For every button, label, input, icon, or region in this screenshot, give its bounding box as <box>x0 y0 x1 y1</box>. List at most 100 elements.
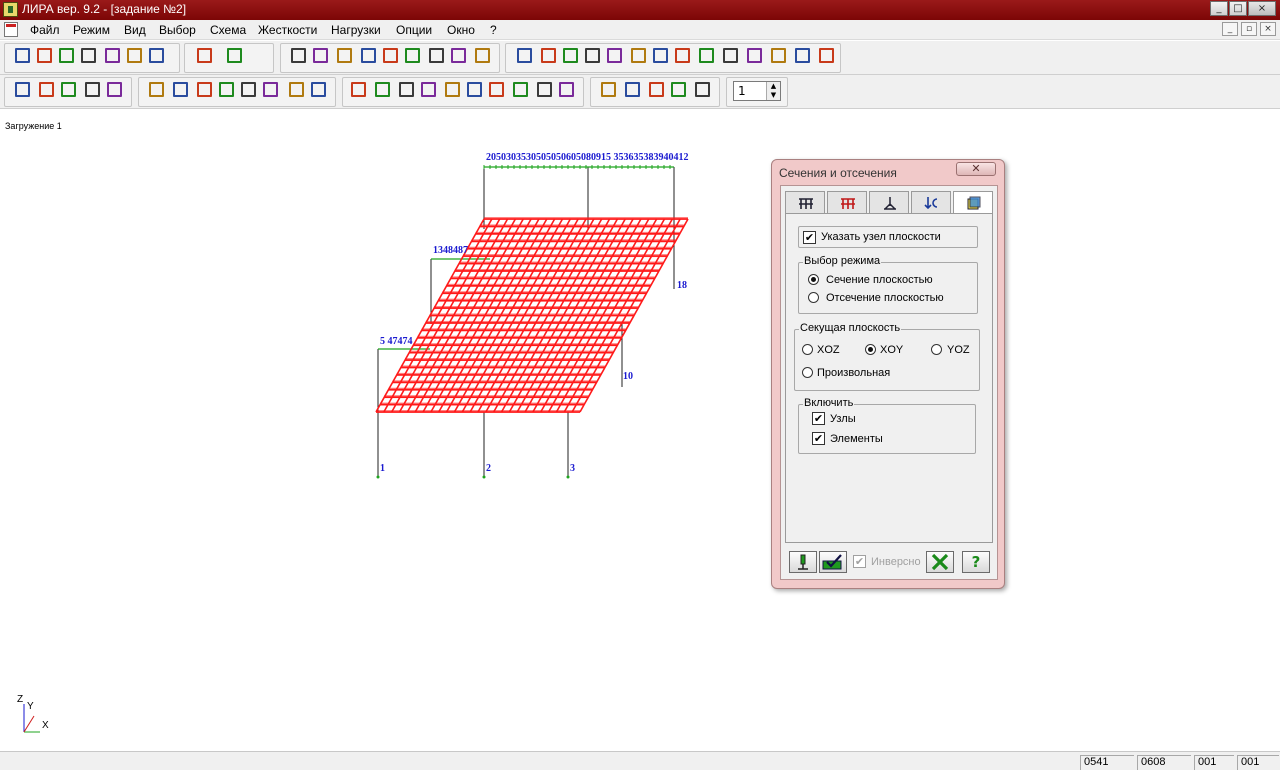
tab-node[interactable] <box>869 191 909 213</box>
tb2-tool-button-27[interactable] <box>670 81 687 98</box>
tab-view[interactable] <box>953 191 993 215</box>
tb1-tool-button-14[interactable] <box>382 47 399 64</box>
inverse-checkbox[interactable]: ✔ <box>853 555 866 568</box>
menu-scheme[interactable]: Схема <box>210 23 246 37</box>
dialog-close-button[interactable]: ✕ <box>956 162 996 176</box>
tb2-tool-button-9[interactable] <box>218 81 235 98</box>
specify-node-checkbox[interactable]: ✔ <box>803 231 816 244</box>
tab-rotate[interactable] <box>911 191 951 213</box>
tb1-tool-button-3[interactable] <box>58 47 75 64</box>
tb1-tool-button-7[interactable] <box>148 47 165 64</box>
maximize-button[interactable]: □ <box>1229 1 1247 16</box>
tb2-tool-button-12[interactable] <box>288 81 305 98</box>
tb1-tool-button-13[interactable] <box>360 47 377 64</box>
menu-options[interactable]: Опции <box>396 23 432 37</box>
tb2-tool-button-5[interactable] <box>106 81 123 98</box>
menu-view[interactable]: Вид <box>124 23 146 37</box>
tb2-tool-button-7[interactable] <box>172 81 189 98</box>
tb1-tool-button-12[interactable] <box>336 47 353 64</box>
menu-select[interactable]: Выбор <box>159 23 196 37</box>
menu-mode[interactable]: Режим <box>73 23 110 37</box>
tb1-tool-button-10[interactable] <box>290 47 307 64</box>
tb2-tool-button-13[interactable] <box>310 81 327 98</box>
load-case-spinner[interactable]: 1 ▲ ▼ <box>733 81 781 101</box>
tb2-tool-button-21[interactable] <box>512 81 529 98</box>
tab-cuts[interactable] <box>827 191 867 213</box>
tb2-tool-button-2[interactable] <box>38 81 55 98</box>
tb1-tool-button-19[interactable] <box>516 47 533 64</box>
menu-stiffness[interactable]: Жесткости <box>258 23 317 37</box>
tb1-tool-button-22[interactable] <box>584 47 601 64</box>
tb2-tool-button-11[interactable] <box>262 81 279 98</box>
tb2-tool-button-14[interactable] <box>350 81 367 98</box>
spinner-up-icon[interactable]: ▲ <box>767 82 780 91</box>
tb1-tool-button-24[interactable] <box>630 47 647 64</box>
document-icon[interactable] <box>4 22 18 37</box>
apply-button[interactable] <box>819 551 847 573</box>
tb2-tool-button-10[interactable] <box>240 81 257 98</box>
tb1-tool-button-28[interactable] <box>722 47 739 64</box>
tb1-tool-button-17[interactable] <box>450 47 467 64</box>
tb2-tool-button-18[interactable] <box>444 81 461 98</box>
spinner-down-icon[interactable]: ▼ <box>767 91 780 100</box>
tb1-tool-button-6[interactable] <box>126 47 143 64</box>
tb2-tool-button-26[interactable] <box>648 81 665 98</box>
tb1-tool-button-31[interactable] <box>794 47 811 64</box>
plane-arbitrary-radio[interactable] <box>802 367 813 378</box>
tb1-tool-button-21[interactable] <box>562 47 579 64</box>
tb2-tool-button-17[interactable] <box>420 81 437 98</box>
plane-xoy-radio[interactable] <box>865 344 876 355</box>
tb2-tool-button-19[interactable] <box>466 81 483 98</box>
tb1-tool-button-23[interactable] <box>606 47 623 64</box>
tb1-tool-button-9[interactable] <box>226 47 243 64</box>
mdi-restore-button[interactable]: ▫ <box>1241 22 1257 36</box>
tb2-tool-button-3[interactable] <box>60 81 77 98</box>
tab-sections[interactable] <box>785 191 825 213</box>
model-canvas[interactable]: Загружение 1 2050303530505050605080915 3… <box>0 109 1280 751</box>
close-button[interactable]: × <box>1248 1 1276 16</box>
tb1-tool-button-29[interactable] <box>746 47 763 64</box>
tb2-tool-button-6[interactable] <box>148 81 165 98</box>
tb2-tool-button-20[interactable] <box>488 81 505 98</box>
tb1-tool-button-16[interactable] <box>428 47 445 64</box>
tb1-tool-button-8[interactable] <box>196 47 213 64</box>
sections-dialog[interactable]: Сечения и отсечения ✕ ✔ Указать узел пло… <box>771 159 1005 589</box>
menu-file[interactable]: Файл <box>30 23 60 37</box>
tb1-tool-button-25[interactable] <box>652 47 669 64</box>
tb1-tool-button-4[interactable] <box>80 47 97 64</box>
tb2-tool-button-8[interactable] <box>196 81 213 98</box>
tb2-tool-button-4[interactable] <box>84 81 101 98</box>
include-elements-checkbox[interactable]: ✔ <box>812 432 825 445</box>
tb1-tool-button-30[interactable] <box>770 47 787 64</box>
tb2-tool-button-16[interactable] <box>398 81 415 98</box>
menu-window[interactable]: Окно <box>447 23 475 37</box>
tb2-tool-button-24[interactable] <box>600 81 617 98</box>
plane-xoz-radio[interactable] <box>802 344 813 355</box>
tb1-tool-button-32[interactable] <box>818 47 835 64</box>
mdi-minimize-button[interactable]: _ <box>1222 22 1238 36</box>
mdi-close-button[interactable]: × <box>1260 22 1276 36</box>
tb2-tool-button-22[interactable] <box>536 81 553 98</box>
tb2-tool-button-1[interactable] <box>14 81 31 98</box>
tb1-tool-button-2[interactable] <box>36 47 53 64</box>
tb2-tool-button-15[interactable] <box>374 81 391 98</box>
spinner-arrows[interactable]: ▲ ▼ <box>766 82 780 100</box>
minimize-button[interactable]: _ <box>1210 1 1228 16</box>
include-nodes-checkbox[interactable]: ✔ <box>812 412 825 425</box>
plane-yoz-radio[interactable] <box>931 344 942 355</box>
menu-loads[interactable]: Нагрузки <box>331 23 381 37</box>
tb1-tool-button-26[interactable] <box>674 47 691 64</box>
tb1-tool-button-1[interactable] <box>14 47 31 64</box>
tb2-tool-button-23[interactable] <box>558 81 575 98</box>
model-plate[interactable] <box>375 217 689 413</box>
structural-model[interactable]: 2050303530505050605080915 35363538394041… <box>0 109 760 489</box>
cancel-button[interactable] <box>926 551 954 573</box>
tb1-tool-button-20[interactable] <box>540 47 557 64</box>
help-button[interactable]: ? <box>962 551 990 573</box>
tb1-tool-button-5[interactable] <box>104 47 121 64</box>
tb1-tool-button-11[interactable] <box>312 47 329 64</box>
tb1-tool-button-18[interactable] <box>474 47 491 64</box>
tb2-tool-button-25[interactable] <box>624 81 641 98</box>
tb2-tool-button-28[interactable] <box>694 81 711 98</box>
mode-cut-radio[interactable] <box>808 292 819 303</box>
